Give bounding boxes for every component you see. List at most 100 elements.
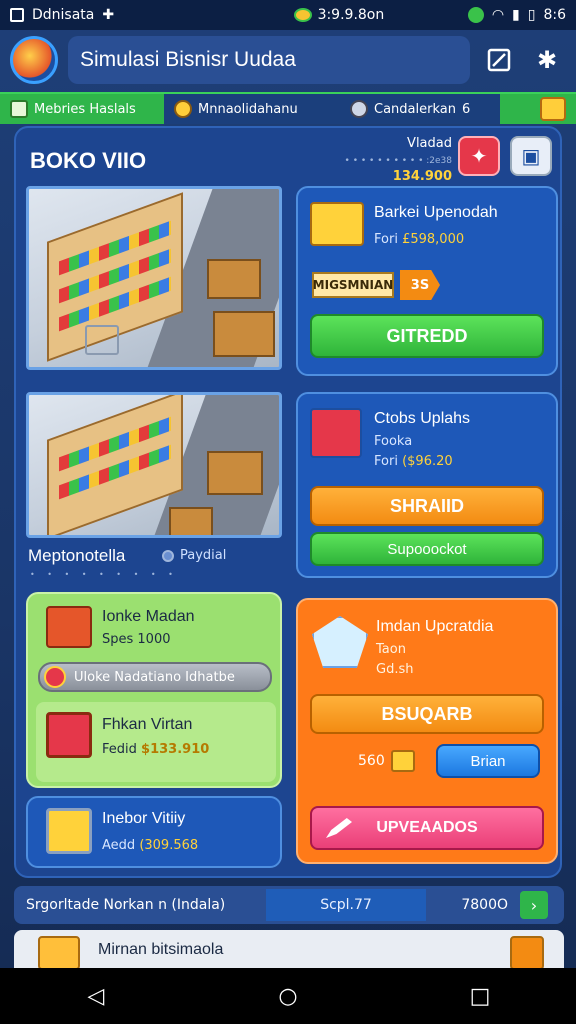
shop-icon: ▣ bbox=[521, 144, 541, 168]
settings-icon[interactable]: ✱ bbox=[528, 41, 566, 79]
premium-button[interactable]: BSUQARB bbox=[310, 694, 544, 734]
tab-products[interactable]: Mebries Haslals bbox=[0, 94, 164, 124]
premium-upgrade-card: Imdan Upcratdia Taon Gd.sh BSUQARB 560 B… bbox=[296, 598, 558, 864]
chest-icon bbox=[390, 750, 415, 772]
edit-icon[interactable] bbox=[480, 41, 518, 79]
tab-management[interactable]: Mnnaolidahanu bbox=[164, 94, 340, 124]
crate bbox=[169, 507, 213, 535]
pencil-icon bbox=[326, 818, 352, 838]
shop-button[interactable]: ▣ bbox=[510, 136, 552, 176]
tab-extra[interactable] bbox=[500, 94, 576, 124]
item-title: Fhkan Virtan bbox=[102, 716, 193, 733]
upgrade-pink-button[interactable]: UPVEAADOS bbox=[310, 806, 544, 850]
mission-label: MIGSMNIAN bbox=[312, 272, 394, 298]
battery-icon: ▯ bbox=[527, 7, 536, 23]
clock-icon bbox=[350, 100, 368, 118]
card-price: Fori ($96.20 bbox=[374, 454, 453, 469]
item-sub-prefix: Aedd bbox=[102, 838, 136, 853]
summary-label: Srgorltade Norkan n (Indala) bbox=[26, 897, 226, 913]
tab-label: Candalerkan bbox=[374, 101, 456, 117]
buy-button[interactable]: Brian bbox=[436, 744, 540, 778]
basic-upgrade-card: Barkei Upenodah Fori £598,000 MIGSMNIAN … bbox=[296, 186, 558, 376]
summary-value-2: 7800O bbox=[461, 897, 508, 913]
card-title: Ctobs Uplahs bbox=[374, 410, 471, 427]
crate bbox=[207, 451, 263, 495]
products-icon bbox=[10, 100, 28, 118]
home-icon[interactable]: ○ bbox=[258, 984, 318, 1009]
item-sub-prefix: Fedid bbox=[102, 742, 137, 757]
back-icon[interactable]: ◁ bbox=[66, 984, 126, 1009]
premium-counter: 560 bbox=[358, 750, 415, 772]
radio-icon bbox=[162, 549, 174, 562]
diamond-icon bbox=[312, 616, 368, 668]
store-scene-2[interactable] bbox=[26, 392, 282, 538]
status-time: 3:9.9.8on bbox=[317, 7, 385, 23]
card-line: Gd.sh bbox=[376, 662, 414, 677]
pager-dots: • • • • • • • • • bbox=[30, 570, 178, 579]
management-tag[interactable]: Paydial bbox=[162, 548, 226, 563]
cart-icon bbox=[46, 712, 92, 758]
crate bbox=[207, 259, 261, 299]
coin-icon bbox=[174, 100, 192, 118]
box-icon bbox=[310, 202, 364, 246]
basket-icon bbox=[46, 606, 92, 648]
wifi-icon: ◠ bbox=[491, 7, 505, 23]
card-title: Imdan Upcratdia bbox=[376, 618, 494, 635]
pill-label: Uloke Nadatiano Idhatbe bbox=[74, 669, 235, 685]
price-value: ($96.20 bbox=[402, 454, 453, 469]
system-nav-bar: ◁ ○ □ bbox=[0, 968, 576, 1024]
shopping-cart-icon bbox=[46, 808, 92, 854]
tab-label: Mnnaolidahanu bbox=[198, 101, 298, 117]
app-logo[interactable] bbox=[10, 36, 58, 84]
stock-upgrade-card: Ctobs Uplahs Fooka Fori ($96.20 SHRAIID … bbox=[296, 392, 558, 578]
mission-badge: 3S bbox=[400, 270, 440, 300]
status-left-text: Ddnisata bbox=[32, 7, 95, 23]
money-value: 134.900 bbox=[392, 169, 452, 184]
game-status-icon bbox=[293, 8, 312, 22]
app-notification-icon bbox=[10, 8, 24, 22]
alert-icon bbox=[44, 666, 66, 688]
tab-calendar[interactable]: Candalerkan 6 bbox=[340, 94, 500, 124]
tab-bar: Mebries Haslals Mnnaolidahanu Candalerka… bbox=[0, 92, 576, 124]
signal-icon: ▮ bbox=[512, 7, 520, 23]
stock-button[interactable]: SHRAIID bbox=[310, 486, 544, 526]
tab-label: Mebries Haslals bbox=[34, 101, 136, 117]
tab-badge: 6 bbox=[461, 101, 471, 117]
price-value: £598,000 bbox=[402, 232, 465, 247]
summary-value: Scpl.77 bbox=[266, 889, 426, 921]
package-icon bbox=[510, 936, 544, 970]
item-sub-value: $133.910 bbox=[141, 742, 210, 757]
recents-icon[interactable]: □ bbox=[450, 984, 510, 1009]
store-scene-1[interactable] bbox=[26, 186, 282, 370]
gift-icon: ✦ bbox=[470, 144, 488, 168]
money-dots: • • • • • • • • • • :2e38 bbox=[344, 156, 452, 166]
app-header: Simulasi Bisnisr Uudaa ✱ bbox=[10, 32, 566, 88]
notification-panel[interactable]: Mirnan bitsimaola bbox=[14, 930, 564, 970]
status-right-text: 8:6 bbox=[543, 7, 566, 23]
management-heading: Meptonotella bbox=[28, 546, 126, 565]
settings-status-icon: ✚ bbox=[102, 7, 115, 23]
item-sub: Spes 1000 bbox=[102, 632, 171, 647]
chevron-right-icon[interactable]: › bbox=[520, 891, 548, 919]
item-pill[interactable]: Uloke Nadatiano Idhatbe bbox=[38, 662, 272, 692]
item-title: Inebor Vitiiy bbox=[102, 810, 186, 827]
cash-register-icon bbox=[310, 408, 362, 458]
item-sub: Fedid $133.910 bbox=[102, 742, 209, 757]
money-label: Vladad bbox=[407, 136, 452, 151]
card-line: Fooka bbox=[374, 434, 413, 449]
item-sub: Aedd (309.568 bbox=[102, 838, 198, 853]
card-line: Taon bbox=[376, 642, 406, 657]
upgrade-button[interactable]: GITREDD bbox=[310, 314, 544, 358]
store-name: BOKO VIIO bbox=[30, 148, 147, 173]
price-prefix: Fori bbox=[374, 232, 398, 247]
gift-button[interactable]: ✦ bbox=[458, 136, 500, 176]
summary-bar: Srgorltade Norkan n (Indala) Scpl.77 780… bbox=[14, 886, 564, 924]
app-title: Simulasi Bisnisr Uudaa bbox=[80, 48, 296, 71]
crate bbox=[213, 311, 275, 357]
item-sub-value: (309.568 bbox=[139, 838, 199, 853]
status-bar: Ddnisata ✚ 3:9.9.8on ◠ ▮ ▯ 8:6 bbox=[0, 0, 576, 30]
items-card: Ionke Madan Spes 1000 Uloke Nadatiano Id… bbox=[26, 592, 282, 788]
card-price: Fori £598,000 bbox=[374, 232, 464, 247]
money-display: Vladad • • • • • • • • • • :2e38 134.900 bbox=[302, 136, 452, 185]
supply-button[interactable]: Supooockot bbox=[310, 532, 544, 566]
